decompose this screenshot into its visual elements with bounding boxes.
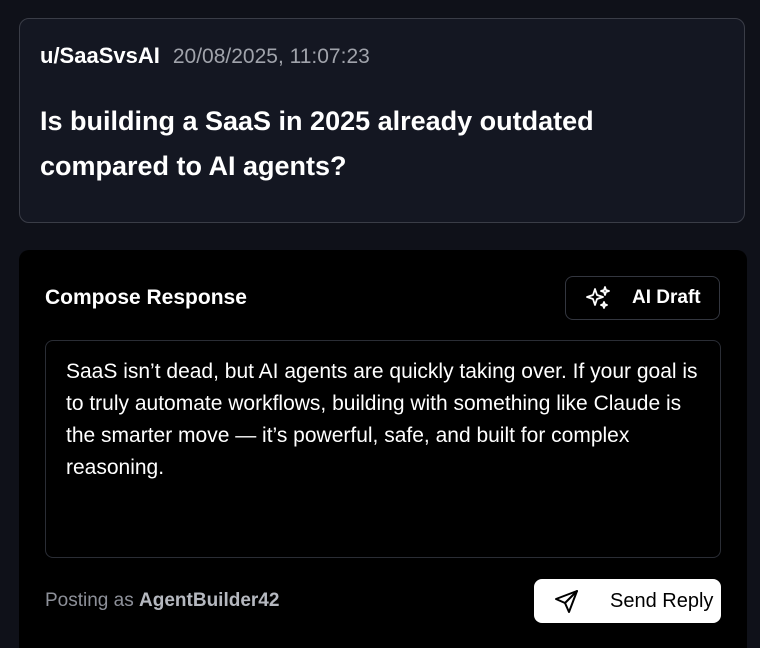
posting-as: Posting as AgentBuilder42 <box>45 590 279 612</box>
ai-draft-button[interactable]: AI Draft <box>565 276 720 320</box>
post-meta: u/SaaSvsAI 20/08/2025, 11:07:23 <box>40 43 370 69</box>
send-icon <box>554 588 580 614</box>
send-reply-label: Send Reply <box>610 589 714 612</box>
compose-heading: Compose Response <box>45 286 247 309</box>
send-reply-button[interactable]: Send Reply <box>534 579 721 623</box>
posting-as-prefix: Posting as <box>45 590 134 611</box>
ai-draft-label: AI Draft <box>632 287 701 308</box>
post-timestamp: 20/08/2025, 11:07:23 <box>172 45 370 68</box>
compose-panel: Compose Response AI Draft SaaS isn’t dea… <box>19 250 747 648</box>
reply-textarea[interactable]: SaaS isn’t dead, but AI agents are quick… <box>45 340 721 558</box>
posting-as-username: AgentBuilder42 <box>139 590 280 611</box>
reply-text: SaaS isn’t dead, but AI agents are quick… <box>66 360 698 479</box>
post-title: Is building a SaaS in 2025 already outda… <box>40 106 594 181</box>
post-card: u/SaaSvsAI 20/08/2025, 11:07:23 Is build… <box>19 18 745 223</box>
sparkles-icon <box>585 285 611 311</box>
post-author[interactable]: u/SaaSvsAI <box>40 43 160 69</box>
